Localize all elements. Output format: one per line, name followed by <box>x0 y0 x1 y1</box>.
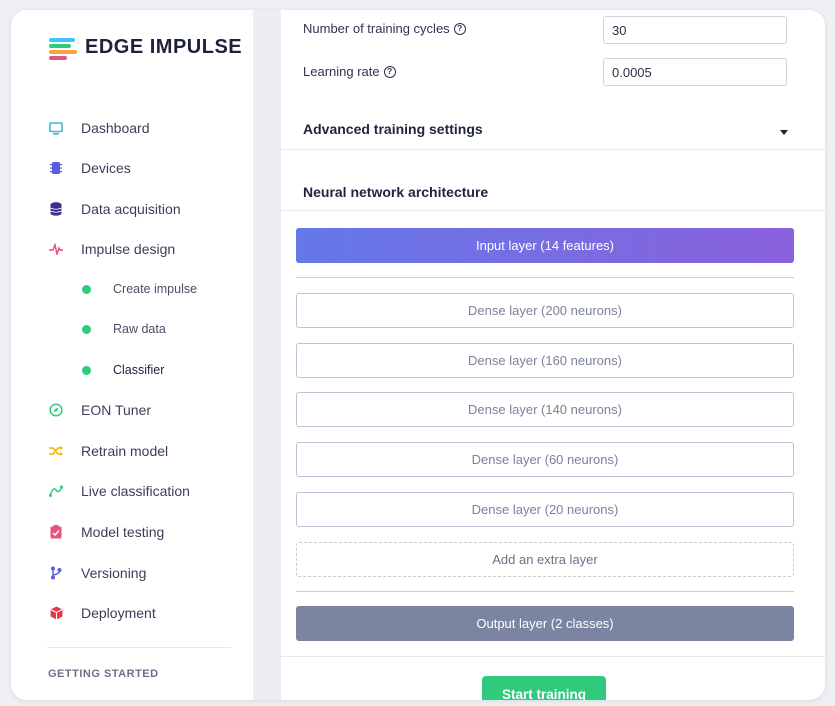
classifier-panel: Number of training cycles ? 30 Learning … <box>281 10 825 700</box>
training-cycles-input[interactable]: 30 <box>603 16 787 44</box>
dense-layer[interactable]: Dense layer (200 neurons) <box>296 293 794 328</box>
architecture-title: Neural network architecture <box>303 184 489 200</box>
sidebar-item-label: Dashboard <box>81 120 150 136</box>
status-dot <box>82 365 91 375</box>
brand-name: EDGE IMPULSE <box>85 36 243 58</box>
start-training-button[interactable]: Start training <box>482 676 606 700</box>
sidebar-subitem-classifier[interactable]: Classifier <box>11 355 253 385</box>
layer-separator <box>296 591 794 592</box>
sidebar-item-label: Create impulse <box>113 282 198 296</box>
sidebar-item-devices[interactable]: Devices <box>11 153 253 183</box>
sidebar-item-data-acquisition[interactable]: Data acquisition <box>11 194 253 224</box>
sidebar-item-label: Classifier <box>113 363 165 377</box>
training-cycles-label: Number of training cycles ? <box>303 21 466 36</box>
sidebar-subitem-raw-data[interactable]: Raw data <box>11 314 253 344</box>
sidebar-item-label: Live classification <box>81 483 190 499</box>
training-cycles-label-text: Number of training cycles <box>303 21 450 36</box>
sidebar-item-label: Raw data <box>113 322 166 336</box>
route-icon <box>48 483 64 499</box>
content-gutter <box>253 10 281 700</box>
compass-icon <box>48 402 64 418</box>
sidebar-item-impulse-design[interactable]: Impulse design <box>11 234 253 264</box>
getting-started-heading[interactable]: GETTING STARTED <box>48 668 159 680</box>
sidebar-item-label: Model testing <box>81 524 165 540</box>
dense-layer[interactable]: Dense layer (160 neurons) <box>296 343 794 378</box>
divider <box>281 210 825 211</box>
status-dot <box>82 324 91 334</box>
add-layer-button[interactable]: Add an extra layer <box>296 542 794 577</box>
cube-icon <box>48 605 64 621</box>
sidebar-divider <box>47 647 231 648</box>
learning-rate-input[interactable]: 0.0005 <box>603 58 787 86</box>
learning-rate-label: Learning rate ? <box>303 64 396 79</box>
advanced-training-settings-toggle[interactable]: Advanced training settings <box>303 121 483 137</box>
chevron-down-icon[interactable] <box>780 130 788 135</box>
sidebar-item-deployment[interactable]: Deployment <box>11 598 253 628</box>
status-dot <box>82 284 91 294</box>
pulse-icon <box>48 241 64 257</box>
monitor-icon <box>48 120 64 136</box>
database-icon <box>48 201 64 217</box>
layer-separator <box>296 277 794 278</box>
dense-layer[interactable]: Dense layer (140 neurons) <box>296 392 794 427</box>
divider <box>281 149 825 150</box>
sidebar-item-live-classification[interactable]: Live classification <box>11 476 253 506</box>
sidebar-item-model-testing[interactable]: Model testing <box>11 517 253 547</box>
sidebar-item-versioning[interactable]: Versioning <box>11 558 253 588</box>
learning-rate-label-text: Learning rate <box>303 64 380 79</box>
sidebar-item-label: Impulse design <box>81 241 176 257</box>
sidebar-subitem-create-impulse[interactable]: Create impulse <box>11 274 253 304</box>
dense-layer[interactable]: Dense layer (60 neurons) <box>296 442 794 477</box>
clipboard-check-icon <box>48 524 64 540</box>
app-window: EDGE IMPULSE Dashboard Devices Data acqu… <box>11 10 825 700</box>
sidebar-item-dashboard[interactable]: Dashboard <box>11 113 253 143</box>
sidebar-item-label: EON Tuner <box>81 402 152 418</box>
help-icon[interactable]: ? <box>453 22 466 35</box>
sidebar: EDGE IMPULSE Dashboard Devices Data acqu… <box>11 10 253 700</box>
sidebar-item-label: Deployment <box>81 605 156 621</box>
edge-impulse-logo-icon <box>49 37 79 60</box>
dense-layer[interactable]: Dense layer (20 neurons) <box>296 492 794 527</box>
help-icon[interactable]: ? <box>383 65 396 78</box>
divider <box>281 656 825 657</box>
brand-logo[interactable]: EDGE IMPULSE <box>49 36 243 60</box>
sidebar-item-label: Devices <box>81 160 131 176</box>
sidebar-item-label: Data acquisition <box>81 201 181 217</box>
chip-icon <box>48 160 64 176</box>
sidebar-item-eon-tuner[interactable]: EON Tuner <box>11 395 253 425</box>
sidebar-item-label: Versioning <box>81 565 147 581</box>
input-layer[interactable]: Input layer (14 features) <box>296 228 794 263</box>
sidebar-item-retrain-model[interactable]: Retrain model <box>11 436 253 466</box>
output-layer[interactable]: Output layer (2 classes) <box>296 606 794 641</box>
shuffle-icon <box>48 443 64 459</box>
sidebar-item-label: Retrain model <box>81 443 169 459</box>
branch-icon <box>48 565 64 581</box>
